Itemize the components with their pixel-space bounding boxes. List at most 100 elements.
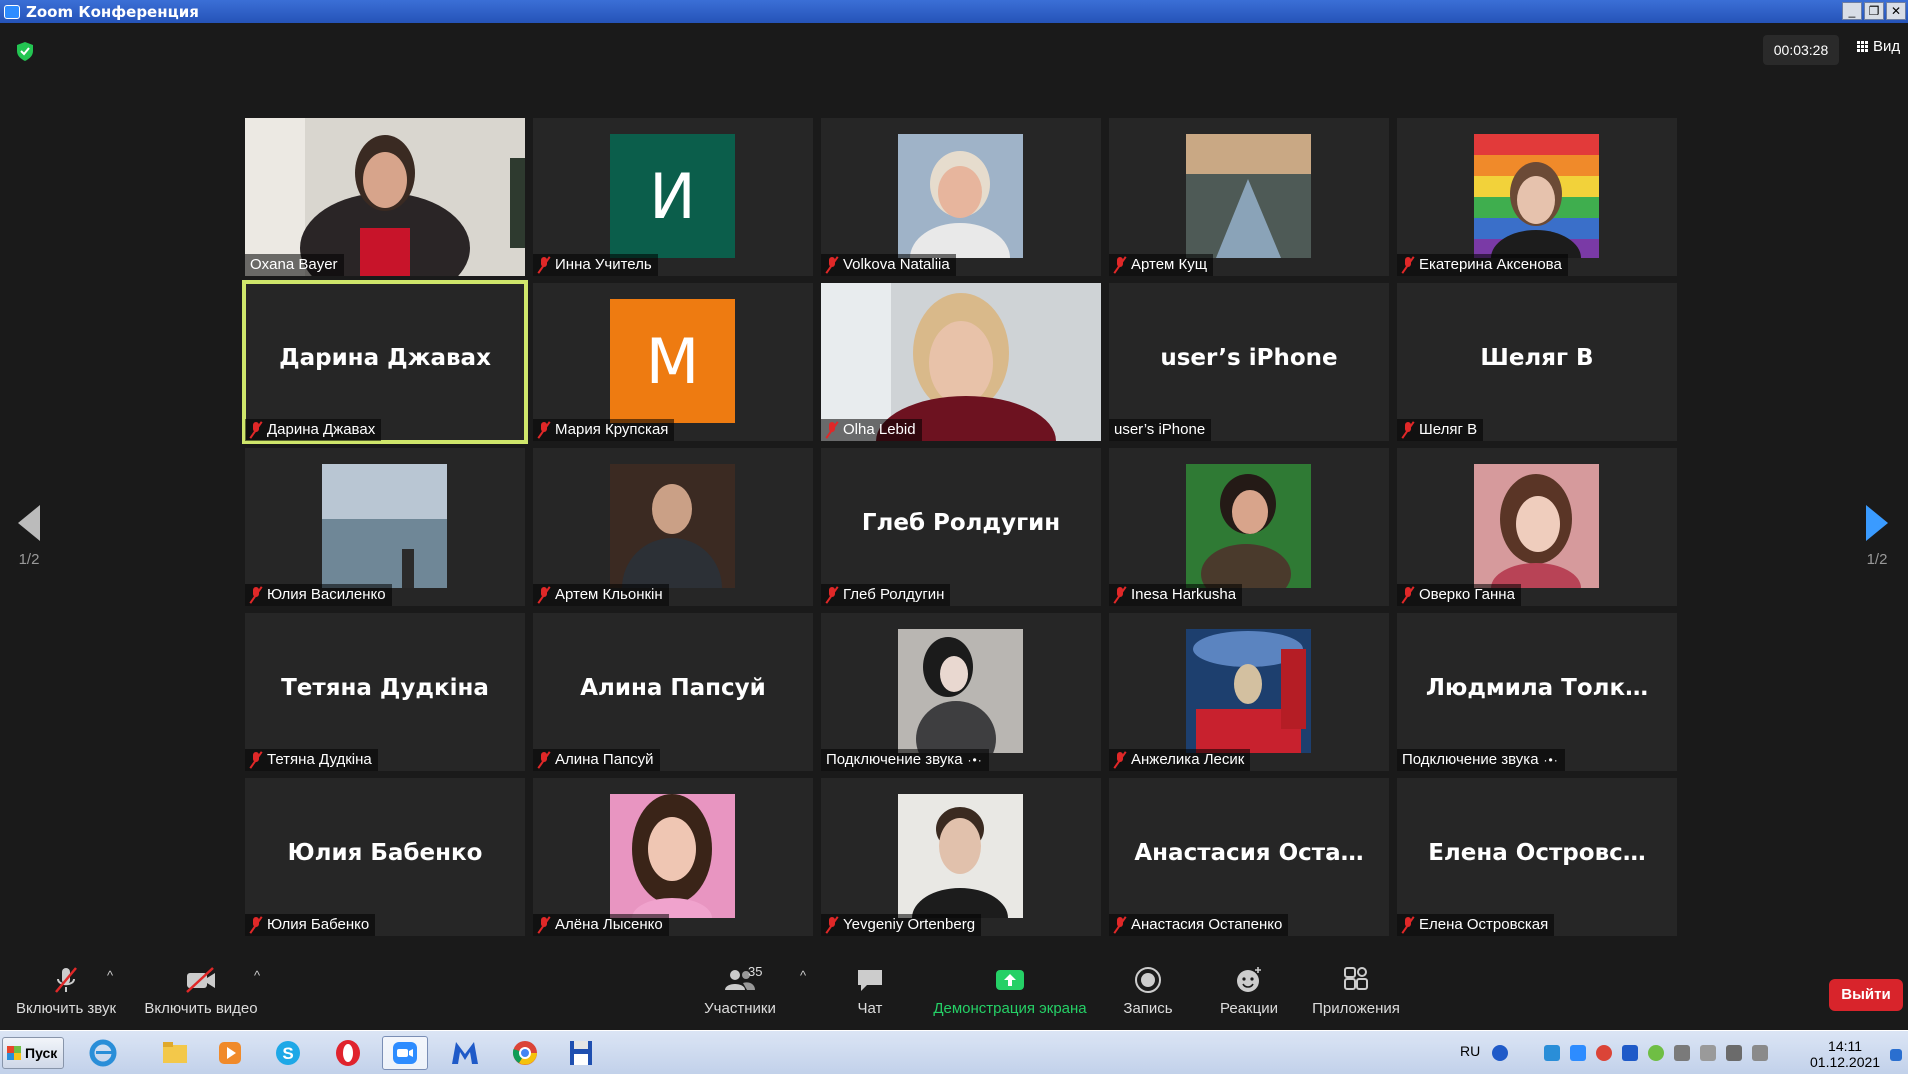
participant-tile[interactable]: Oxana Bayer	[245, 118, 525, 276]
taskbar-media-player[interactable]	[207, 1036, 253, 1070]
participant-tile[interactable]: Людмила Толк… Подключение звука ·•·	[1397, 613, 1677, 771]
participant-tile[interactable]: Алина Папсуй Алина Папсуй	[533, 613, 813, 771]
taskbar-clock[interactable]: 14:11 01.12.2021	[1810, 1038, 1880, 1070]
muted-mic-icon	[826, 422, 838, 438]
minimize-button[interactable]: _	[1842, 2, 1862, 20]
participant-tile[interactable]: Анжелика Лесик	[1109, 613, 1389, 771]
start-button[interactable]: Пуск	[2, 1037, 64, 1069]
muted-mic-icon	[538, 917, 550, 933]
network-icon[interactable]	[1674, 1045, 1690, 1061]
help-icon[interactable]	[1492, 1045, 1508, 1061]
participant-tile[interactable]: Юлия Бабенко Юлия Бабенко	[245, 778, 525, 936]
bluetooth-icon[interactable]	[1544, 1045, 1560, 1061]
taskbar-malwarebytes[interactable]	[442, 1036, 488, 1070]
participant-tile[interactable]: Артем Кущ	[1109, 118, 1389, 276]
arrow-right-icon	[1866, 505, 1888, 541]
participant-tile[interactable]: Olha Lebid	[821, 283, 1101, 441]
malwarebytes-tray-icon[interactable]	[1622, 1045, 1638, 1061]
floppy-disk-icon	[570, 1041, 592, 1065]
display-icon[interactable]	[1726, 1045, 1742, 1061]
participant-tile[interactable]: Подключение звука ·•·	[821, 613, 1101, 771]
participant-tile[interactable]: И Инна Учитель	[533, 118, 813, 276]
participant-tile[interactable]: Юлия Василенко	[245, 448, 525, 606]
next-page-button[interactable]: 1/2	[1866, 505, 1888, 568]
participants-caret-icon[interactable]: ^	[800, 968, 806, 983]
participant-tile[interactable]: Volkova Nataliia	[821, 118, 1101, 276]
share-screen-button[interactable]: Демонстрация экрана	[930, 964, 1090, 1017]
prev-page-button[interactable]: 1/2	[18, 505, 40, 568]
video-feed	[245, 118, 525, 276]
show-desktop-button[interactable]	[1890, 1049, 1902, 1061]
unmute-button[interactable]: Включить звук	[12, 964, 120, 1017]
apps-icon	[1344, 967, 1368, 990]
taskbar-save-app[interactable]	[558, 1036, 604, 1070]
meeting-toolbar: Включить звук ^ Включить видео ^ 35 Учас…	[0, 958, 1908, 1026]
muted-mic-icon	[250, 917, 262, 933]
participant-tile[interactable]: user’s iPhone user’s iPhone	[1109, 283, 1389, 441]
volume-icon[interactable]	[1752, 1045, 1768, 1061]
participant-tile[interactable]: Yevgeniy Ortenberg	[821, 778, 1101, 936]
taskbar-ie[interactable]	[80, 1036, 126, 1070]
participant-tile-active-speaker[interactable]: Дарина Джавах Дарина Джавах	[242, 280, 528, 444]
video-options-caret-icon[interactable]: ^	[254, 968, 260, 983]
view-button[interactable]: Вид	[1857, 38, 1900, 55]
maximize-button[interactable]: ❐	[1864, 2, 1884, 20]
chrome-tray-icon[interactable]	[1596, 1045, 1612, 1061]
record-button[interactable]: Запись	[1118, 964, 1178, 1017]
participant-name-label: Юлия Бабенко	[245, 914, 376, 936]
avatar	[1186, 464, 1311, 588]
taskbar-chrome[interactable]	[502, 1036, 548, 1070]
participant-name-label: Анастасия Остапенко	[1109, 914, 1289, 936]
window-title: Zoom Конференция	[26, 2, 199, 21]
shield-icon[interactable]	[14, 40, 36, 62]
participant-tile[interactable]: Екатерина Аксенова	[1397, 118, 1677, 276]
flag-icon[interactable]	[1700, 1045, 1716, 1061]
zoom-app-icon	[4, 4, 20, 19]
windows-logo-icon	[7, 1046, 21, 1060]
taskbar-opera[interactable]	[325, 1036, 371, 1070]
connecting-dots-icon: ·•·	[1543, 753, 1559, 767]
avatar	[610, 794, 735, 918]
participant-tile[interactable]: Алёна Лысенко	[533, 778, 813, 936]
participant-tile[interactable]: Inesa Harkusha	[1109, 448, 1389, 606]
taskbar-skype[interactable]: S	[265, 1036, 311, 1070]
audio-options-caret-icon[interactable]: ^	[107, 968, 113, 983]
participant-tile[interactable]: Артем Кльонкін	[533, 448, 813, 606]
participant-display-name: Шеляг В	[1480, 345, 1594, 371]
apps-button[interactable]: Приложения	[1306, 964, 1406, 1017]
participant-tile[interactable]: Оверко Ганна	[1397, 448, 1677, 606]
close-button[interactable]: ✕	[1886, 2, 1906, 20]
zoom-icon	[393, 1042, 417, 1064]
participants-button[interactable]: 35 Участники	[700, 964, 780, 1017]
update-icon[interactable]	[1648, 1045, 1664, 1061]
participant-name-label: Юлия Василенко	[245, 584, 392, 606]
chat-button[interactable]: Чат	[840, 964, 900, 1017]
input-language[interactable]: RU	[1460, 1043, 1480, 1059]
participant-tile[interactable]: М Мария Крупская	[533, 283, 813, 441]
participant-tile[interactable]: Шеляг В Шеляг В	[1397, 283, 1677, 441]
taskbar-zoom[interactable]	[382, 1036, 428, 1070]
participant-tile[interactable]: Глеб Ролдугин Глеб Ролдугин	[821, 448, 1101, 606]
muted-mic-icon	[538, 752, 550, 768]
participant-name-label: Артем Кущ	[1109, 254, 1214, 276]
participant-tile[interactable]: Тетяна Дудкіна Тетяна Дудкіна	[245, 613, 525, 771]
start-video-button[interactable]: Включить видео	[142, 964, 260, 1017]
skype-icon: S	[276, 1041, 300, 1065]
avatar	[1474, 134, 1599, 258]
participant-tile[interactable]: Анастасия Оста… Анастасия Остапенко	[1109, 778, 1389, 936]
participant-name-label: Мария Крупская	[533, 419, 675, 441]
leave-meeting-button[interactable]: Выйти	[1829, 979, 1903, 1011]
page-indicator-right: 1/2	[1866, 551, 1888, 568]
chat-icon	[858, 970, 882, 991]
zoom-tray-icon[interactable]	[1570, 1045, 1586, 1061]
taskbar-explorer[interactable]	[152, 1036, 198, 1070]
muted-mic-icon	[250, 752, 262, 768]
participant-display-name: Алина Папсуй	[580, 675, 766, 701]
muted-mic-icon	[1114, 587, 1126, 603]
participant-name-label: Olha Lebid	[821, 419, 922, 441]
avatar	[1186, 629, 1311, 753]
muted-mic-icon	[826, 587, 838, 603]
reactions-button[interactable]: Реакции	[1214, 964, 1284, 1017]
participant-tile[interactable]: Елена Островс… Елена Островская	[1397, 778, 1677, 936]
participant-display-name: Тетяна Дудкіна	[281, 675, 489, 701]
